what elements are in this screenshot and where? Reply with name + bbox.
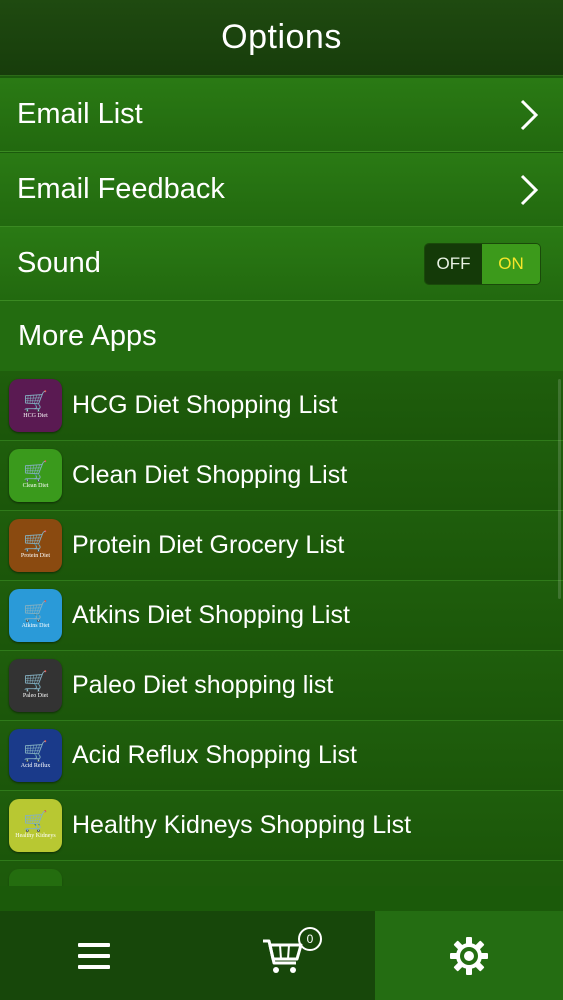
more-apps-list[interactable]: 🛒 HCG Diet HCG Diet Shopping List 🛒 Clea… (0, 371, 563, 886)
app-row-clean[interactable]: 🛒 Clean Diet Clean Diet Shopping List (0, 441, 563, 511)
app-name: Paleo Diet shopping list (72, 671, 334, 699)
cart-icon: 🛒 (23, 600, 48, 623)
app-row-paleo[interactable]: 🛒 Paleo Diet Paleo Diet shopping list (0, 651, 563, 721)
chevron-right-icon (520, 99, 539, 130)
gear-icon (450, 936, 488, 975)
app-name: Healthy Kidneys Shopping List (72, 811, 412, 839)
app-row-hcg[interactable]: 🛒 HCG Diet HCG Diet Shopping List (0, 371, 563, 441)
tab-bar: 0 (0, 911, 563, 1000)
cart-icon: 🛒 (23, 390, 48, 413)
email-list-row[interactable]: Email List (0, 78, 563, 152)
cart-icon: 🛒 (23, 460, 48, 483)
shopping-cart-icon (262, 939, 302, 973)
email-feedback-label: Email Feedback (17, 173, 225, 205)
sound-row: Sound OFF ON (0, 227, 563, 301)
app-icon-partial (9, 869, 62, 886)
cart-icon: 🛒 (23, 530, 48, 553)
app-icon-hcg: 🛒 HCG Diet (9, 379, 62, 432)
cart-icon: 🛒 (23, 670, 48, 693)
email-feedback-row[interactable]: Email Feedback (0, 153, 563, 227)
sound-label: Sound (17, 247, 101, 279)
sound-toggle[interactable]: OFF ON (424, 242, 541, 285)
app-icon-text: Healthy Kidneys (15, 832, 56, 839)
cart-count-badge: 0 (298, 927, 322, 951)
app-row-atkins[interactable]: 🛒 Atkins Diet Atkins Diet Shopping List (0, 581, 563, 651)
more-apps-header: More Apps (0, 301, 563, 371)
app-icon-paleo: 🛒 Paleo Diet (9, 659, 62, 712)
app-icon-text: Acid Reflux (20, 762, 51, 769)
app-icon-acid-reflux: 🛒 Acid Reflux (9, 729, 62, 782)
app-icon-atkins: 🛒 Atkins Diet (9, 589, 62, 642)
app-row-acid-reflux[interactable]: 🛒 Acid Reflux Acid Reflux Shopping List (0, 721, 563, 791)
tab-menu[interactable] (0, 911, 188, 1000)
chevron-right-icon (520, 174, 539, 205)
hamburger-icon (78, 942, 110, 969)
app-icon-text: Clean Diet (22, 482, 49, 489)
page-title: Options (221, 18, 342, 56)
sound-toggle-on[interactable]: ON (482, 243, 540, 284)
app-icon-text: Protein Diet (20, 552, 51, 559)
nav-header: Options (0, 0, 563, 76)
app-icon-protein: 🛒 Protein Diet (9, 519, 62, 572)
tab-cart[interactable]: 0 (188, 911, 375, 1000)
app-name: Protein Diet Grocery List (72, 531, 345, 559)
more-apps-heading: More Apps (18, 319, 157, 352)
sound-toggle-off[interactable]: OFF (425, 243, 483, 284)
cart-icon: 🛒 (23, 810, 48, 833)
email-list-label: Email List (17, 98, 143, 130)
scrollbar[interactable] (558, 379, 561, 599)
app-icon-text: HCG Diet (23, 412, 48, 419)
tabbar-divider (0, 886, 563, 911)
app-icon-text: Atkins Diet (21, 622, 50, 629)
app-row-healthy-kidneys[interactable]: 🛒 Healthy Kidneys Healthy Kidneys Shoppi… (0, 791, 563, 861)
cart-icon: 🛒 (23, 740, 48, 763)
tab-settings[interactable] (375, 911, 563, 1000)
app-icon-text: Paleo Diet (22, 692, 49, 699)
app-name: Clean Diet Shopping List (72, 461, 348, 489)
app-icon-clean: 🛒 Clean Diet (9, 449, 62, 502)
app-icon-healthy-kidneys: 🛒 Healthy Kidneys (9, 799, 62, 852)
app-name: HCG Diet Shopping List (72, 391, 338, 419)
app-row-protein[interactable]: 🛒 Protein Diet Protein Diet Grocery List (0, 511, 563, 581)
app-row-partial[interactable] (0, 861, 563, 886)
app-name: Acid Reflux Shopping List (72, 741, 357, 769)
app-name: Atkins Diet Shopping List (72, 601, 350, 629)
